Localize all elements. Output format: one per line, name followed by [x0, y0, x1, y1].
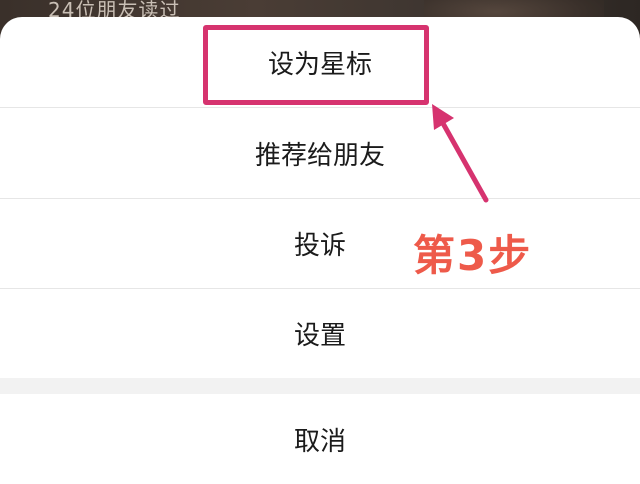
settings-button[interactable]: 设置 [0, 289, 640, 378]
complain-button[interactable]: 投诉 [0, 199, 640, 288]
cancel-button[interactable]: 取消 [0, 394, 640, 484]
recommend-to-friend-button[interactable]: 推荐给朋友 [0, 108, 640, 198]
action-sheet: 设为星标 推荐给朋友 投诉 设置 取消 [0, 17, 640, 484]
section-gap [0, 378, 640, 394]
set-star-button[interactable]: 设为星标 [0, 17, 640, 107]
